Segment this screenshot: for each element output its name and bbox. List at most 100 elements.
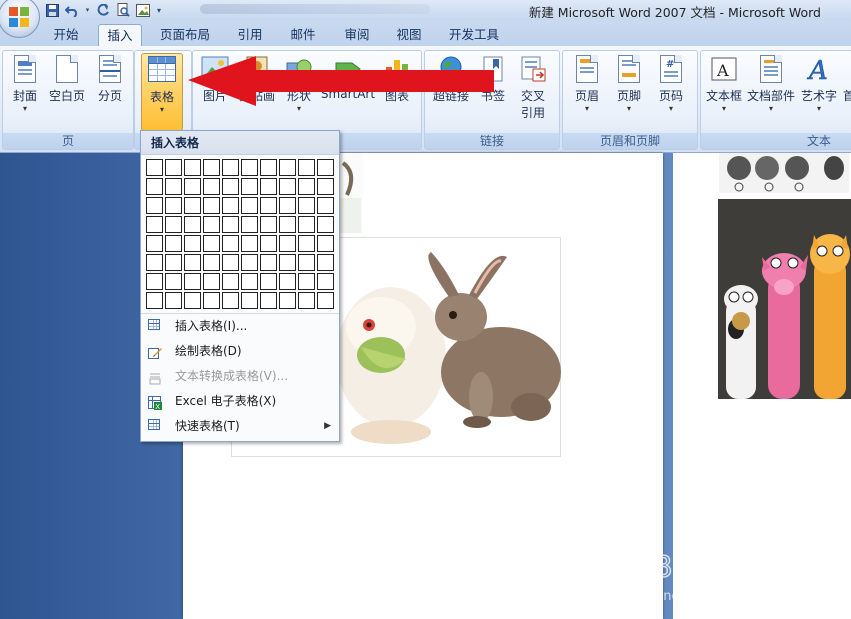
redo-icon[interactable]	[95, 2, 111, 18]
table-grid-cell[interactable]	[260, 273, 277, 290]
page-break-button[interactable]: 分页	[91, 53, 129, 104]
table-grid-cell[interactable]	[279, 159, 296, 176]
table-grid-cell[interactable]	[298, 273, 315, 290]
table-grid-cell[interactable]	[260, 159, 277, 176]
tab-page-layout[interactable]: 页面布局	[152, 24, 218, 46]
table-grid-cell[interactable]	[298, 235, 315, 252]
table-grid-cell[interactable]	[146, 254, 163, 271]
table-grid-cell[interactable]	[260, 178, 277, 195]
footer-button[interactable]: 页脚 ▾	[609, 53, 649, 114]
table-grid-cell[interactable]	[222, 292, 239, 309]
table-grid-cell[interactable]	[184, 273, 201, 290]
table-grid-cell[interactable]	[146, 216, 163, 233]
table-grid-cell[interactable]	[165, 178, 182, 195]
quick-parts-button[interactable]: 文档部件 ▾	[745, 53, 797, 114]
table-size-grid[interactable]	[146, 159, 336, 339]
table-grid-cell[interactable]	[184, 292, 201, 309]
table-grid-cell[interactable]	[260, 197, 277, 214]
save-icon[interactable]	[44, 2, 60, 18]
menu-item-quick-tables[interactable]: 快速表格(T) ▶	[141, 414, 339, 439]
table-grid-cell[interactable]	[241, 235, 258, 252]
table-grid-cell[interactable]	[184, 235, 201, 252]
table-grid-cell[interactable]	[260, 254, 277, 271]
table-grid-cell[interactable]	[222, 159, 239, 176]
page-number-button[interactable]: # 页码 ▾	[651, 53, 691, 114]
menu-item-draw-table[interactable]: 绘制表格(D)	[141, 339, 339, 364]
tab-home[interactable]: 开始	[46, 24, 86, 46]
tab-review[interactable]: 审阅	[336, 24, 378, 46]
tab-view[interactable]: 视图	[388, 24, 430, 46]
menu-item-insert-table[interactable]: 插入表格(I)...	[141, 314, 339, 339]
table-grid-cell[interactable]	[165, 216, 182, 233]
table-grid-cell[interactable]	[241, 216, 258, 233]
table-grid-cell[interactable]	[298, 254, 315, 271]
table-grid-cell[interactable]	[260, 235, 277, 252]
header-button[interactable]: 页眉 ▾	[567, 53, 607, 114]
table-grid-cell[interactable]	[317, 216, 334, 233]
table-grid-cell[interactable]	[165, 159, 182, 176]
blank-page-button[interactable]: 空白页	[47, 53, 87, 104]
table-grid-cell[interactable]	[279, 235, 296, 252]
menu-item-convert-text[interactable]: 文本转换成表格(V)...	[141, 364, 339, 389]
table-grid-cell[interactable]	[184, 216, 201, 233]
table-grid-cell[interactable]	[279, 292, 296, 309]
textbox-button[interactable]: A 文本框 ▾	[703, 53, 745, 114]
table-grid-cell[interactable]	[260, 216, 277, 233]
wordart-button[interactable]: A 艺术字 ▾	[799, 53, 839, 114]
tab-insert[interactable]: 插入	[98, 24, 142, 47]
table-grid-cell[interactable]	[317, 197, 334, 214]
table-grid-cell[interactable]	[165, 273, 182, 290]
picture-icon[interactable]	[135, 2, 151, 18]
table-grid-cell[interactable]	[203, 178, 220, 195]
table-grid-cell[interactable]	[165, 197, 182, 214]
table-grid-cell[interactable]	[298, 292, 315, 309]
table-grid-cell[interactable]	[241, 273, 258, 290]
table-grid-cell[interactable]	[165, 235, 182, 252]
table-grid-cell[interactable]	[279, 216, 296, 233]
table-grid-cell[interactable]	[279, 197, 296, 214]
table-grid-cell[interactable]	[317, 235, 334, 252]
table-grid-cell[interactable]	[203, 159, 220, 176]
cover-page-button[interactable]: 封面 ▾	[7, 53, 43, 114]
table-grid-cell[interactable]	[203, 197, 220, 214]
table-grid-cell[interactable]	[165, 254, 182, 271]
table-grid-cell[interactable]	[317, 178, 334, 195]
table-grid-cell[interactable]	[241, 197, 258, 214]
table-grid-cell[interactable]	[260, 292, 277, 309]
print-preview-icon[interactable]	[115, 2, 131, 18]
undo-icon[interactable]	[64, 2, 80, 18]
table-grid-cell[interactable]	[184, 197, 201, 214]
table-grid-cell[interactable]	[146, 273, 163, 290]
table-grid-cell[interactable]	[222, 273, 239, 290]
table-grid-cell[interactable]	[298, 216, 315, 233]
table-grid-cell[interactable]	[203, 273, 220, 290]
table-grid-cell[interactable]	[203, 254, 220, 271]
tab-developer[interactable]: 开发工具	[441, 24, 507, 46]
table-grid-cell[interactable]	[279, 254, 296, 271]
table-grid-cell[interactable]	[279, 178, 296, 195]
table-grid-cell[interactable]	[241, 254, 258, 271]
table-grid-cell[interactable]	[222, 197, 239, 214]
customize-icon[interactable]: ▾	[155, 2, 163, 18]
table-grid-cell[interactable]	[184, 178, 201, 195]
table-grid-cell[interactable]	[317, 273, 334, 290]
table-grid-cell[interactable]	[317, 159, 334, 176]
table-grid-cell[interactable]	[222, 254, 239, 271]
dropcap-button[interactable]: 首	[841, 53, 851, 104]
table-grid-cell[interactable]	[298, 178, 315, 195]
table-grid-cell[interactable]	[146, 197, 163, 214]
table-grid-cell[interactable]	[146, 235, 163, 252]
table-grid-cell[interactable]	[146, 159, 163, 176]
table-grid-cell[interactable]	[279, 273, 296, 290]
table-grid-cell[interactable]	[317, 254, 334, 271]
table-grid-cell[interactable]	[317, 292, 334, 309]
table-grid-cell[interactable]	[222, 178, 239, 195]
table-grid-cell[interactable]	[222, 235, 239, 252]
table-grid-cell[interactable]	[165, 292, 182, 309]
tab-mailings[interactable]: 邮件	[282, 24, 324, 46]
table-grid-cell[interactable]	[298, 197, 315, 214]
table-grid-cell[interactable]	[146, 292, 163, 309]
tab-references[interactable]: 引用	[229, 24, 271, 46]
table-grid-cell[interactable]	[241, 292, 258, 309]
table-grid-cell[interactable]	[298, 159, 315, 176]
